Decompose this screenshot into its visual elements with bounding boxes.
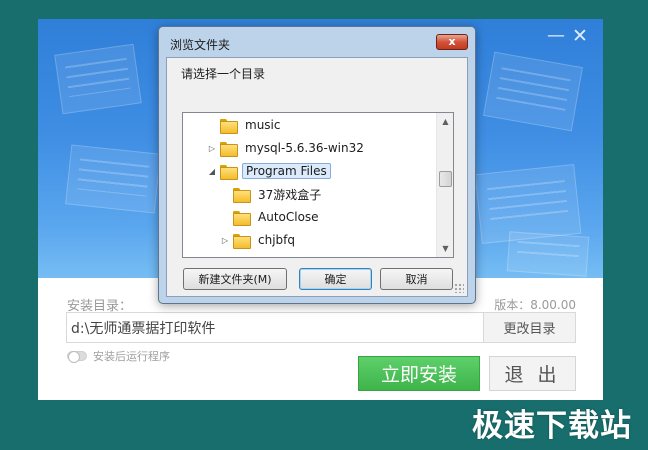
tree-expander-icon[interactable]: ▷ [207,144,217,153]
tree-item-label: 37游戏盒子 [258,187,322,202]
banner-decoration [506,231,590,277]
tree-item-label: Program Files [242,163,331,179]
dialog-body: 请选择一个目录 music ▷ mysql-5.6.36-win32 ◢ Pro… [166,57,468,297]
version-label: 版本：8.00.00 [494,298,576,312]
watermark-logo: 极速下载站 [472,408,632,444]
folder-icon [220,118,238,134]
dialog-title: 浏览文件夹 [170,38,231,52]
scroll-up-icon[interactable]: ▲ [437,113,453,130]
scroll-down-icon[interactable]: ▼ [437,240,453,257]
browse-folder-dialog: 浏览文件夹 x 请选择一个目录 music ▷ mysql-5.6.36-win… [158,26,476,304]
tree-expander-icon[interactable]: ▷ [220,236,230,245]
tree-expander-icon[interactable]: ◢ [207,167,217,176]
resize-grip-icon[interactable] [454,283,464,293]
install-path-input[interactable] [66,312,484,343]
dialog-prompt: 请选择一个目录 [181,67,266,81]
tree-item-selected[interactable]: ◢ Program Files [207,161,331,181]
tree-item[interactable]: ▷ chjbfq [220,230,298,250]
folder-open-icon [220,164,238,180]
tree-item[interactable]: 37游戏盒子 [220,184,324,204]
dialog-close-icon[interactable]: x [436,34,468,50]
new-folder-button[interactable]: 新建文件夹(M) [183,268,287,290]
folder-icon [233,210,251,226]
banner-decoration [65,144,161,214]
tree-item[interactable]: AutoClose [220,207,322,227]
ok-button[interactable]: 确定 [299,268,372,290]
tree-scrollbar[interactable]: ▲ ▼ [436,113,453,257]
run-after-label: 安装后运行程序 [93,350,170,363]
tree-item-label: music [245,118,281,132]
tree-item[interactable]: music [207,115,283,135]
change-dir-button[interactable]: 更改目录 [483,312,576,343]
banner-decoration [54,43,142,115]
tree-item-label: mysql-5.6.36-win32 [245,141,364,155]
tree-item-label: AutoClose [258,210,319,224]
tree-item-label: chjbfq [258,233,295,247]
folder-tree[interactable]: music ▷ mysql-5.6.36-win32 ◢ Program Fil… [182,112,454,258]
run-after-toggle[interactable] [67,351,87,363]
folder-icon [233,187,251,203]
cancel-button[interactable]: 取消 [380,268,453,290]
folder-icon [220,141,238,157]
run-after-install-option[interactable]: 安装后运行程序 [67,348,170,364]
scroll-thumb[interactable] [439,171,452,187]
dialog-titlebar[interactable]: 浏览文件夹 x [159,27,475,57]
folder-icon [233,233,251,249]
banner-decoration [483,51,583,132]
close-icon[interactable]: ✕ [572,27,588,46]
minimize-icon[interactable]: — [547,27,565,45]
install-now-button[interactable]: 立即安装 [358,356,480,391]
exit-button[interactable]: 退 出 [489,356,576,391]
tree-item[interactable]: ▷ mysql-5.6.36-win32 [207,138,367,158]
